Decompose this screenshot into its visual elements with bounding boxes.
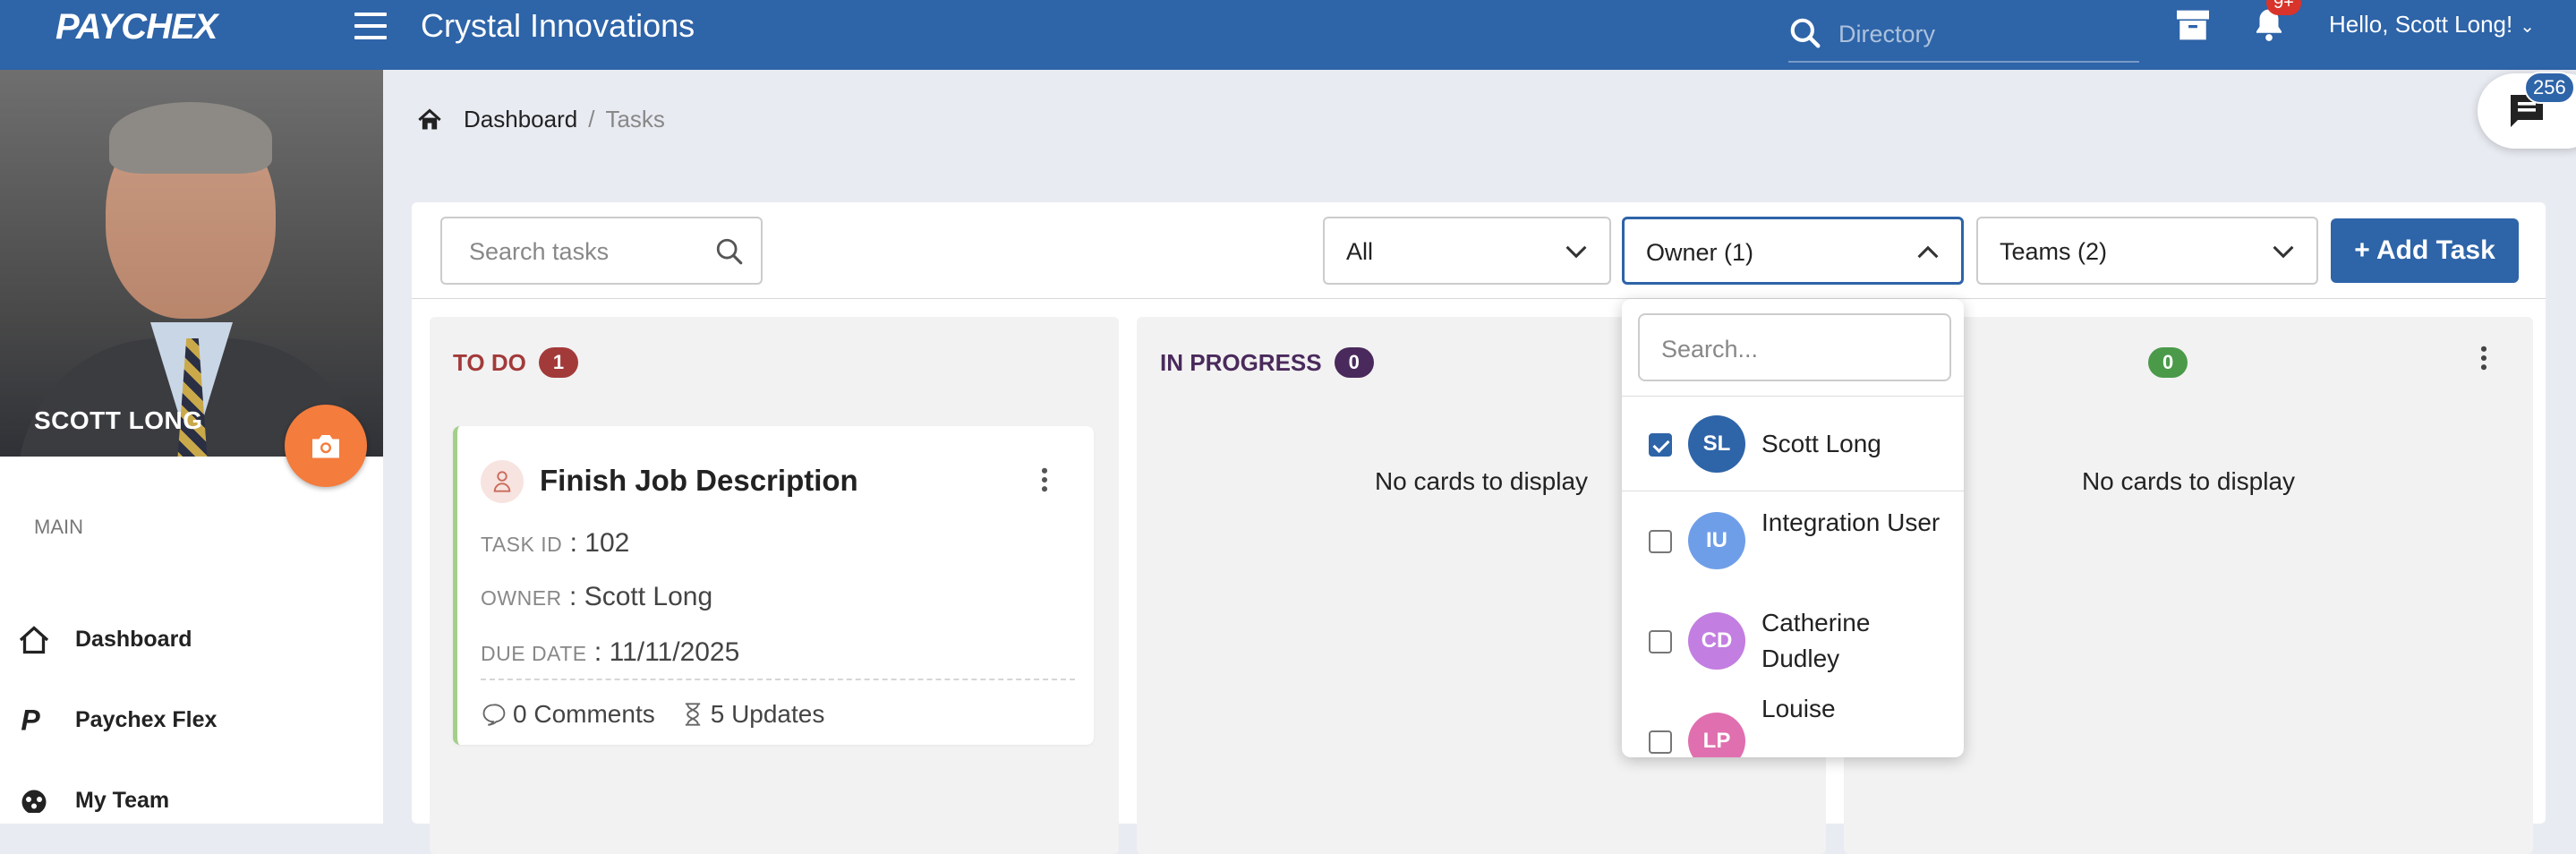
notification-badge: 9+ [2266,0,2301,15]
updates-count[interactable]: 5 Updates [711,700,825,729]
chevron-down-icon [1565,245,1587,259]
archive-icon[interactable] [2175,9,2211,41]
profile-photo: SCOTT LONG [0,70,383,457]
task-id-value: 102 [584,528,630,558]
owner-value: Scott Long [584,582,713,611]
chat-badge: 256 [2524,72,2575,104]
owner-option[interactable]: IU Integration User [1622,491,1964,593]
status-filter-value: All [1346,238,1374,265]
sidebar-item-label: My Team [75,788,170,813]
sidebar-item-my-team[interactable]: My Team [0,764,383,836]
nav-section-main: MAIN [34,516,83,538]
column-title: IN PROGRESS [1160,348,1322,376]
owner-dropdown-menu: SL Scott Long IU Integration User CD Cat… [1622,299,1964,757]
sidebar: SCOTT LONG MAIN Dashboard P Paychex Flex… [0,70,383,824]
task-due-field: DUE DATE : 11/11/2025 [481,637,740,667]
owner-search[interactable] [1638,313,1951,381]
company-name: Crystal Innovations [421,7,695,44]
owner-option[interactable]: LP Louise [1622,691,1964,757]
sidebar-item-paychex-flex[interactable]: P Paychex Flex [0,684,383,756]
column-count-badge: 0 [2148,347,2188,378]
team-icon [21,790,47,813]
due-date-value: 11/11/2025 [609,637,740,667]
sidebar-item-label: Paychex Flex [75,707,218,732]
due-date-label: DUE DATE [481,642,587,665]
greeting-text: Hello, Scott Long! [2329,11,2513,38]
breadcrumb-current: Tasks [605,106,665,132]
column-header: 0 [2148,347,2188,378]
owner-option[interactable]: CD Catherine Dudley [1622,591,1964,693]
owner-option-name: Scott Long [1761,430,1881,457]
status-filter-select[interactable]: All [1323,217,1611,285]
add-task-button[interactable]: + Add Task [2331,218,2519,283]
owner-checkbox[interactable] [1649,433,1672,457]
change-photo-button[interactable] [285,405,367,487]
column-count-badge: 0 [1334,347,1374,378]
owner-option-name: Louise [1761,695,1836,722]
column-menu-icon[interactable] [2479,346,2488,371]
owner-option[interactable]: SL Scott Long [1622,396,1964,492]
breadcrumb-dashboard-link[interactable]: Dashboard [464,106,577,133]
task-search[interactable] [440,217,763,285]
task-card[interactable]: Finish Job Description TASK ID : 102 OWN… [453,426,1094,745]
camera-icon [312,435,339,458]
sidebar-item-dashboard[interactable]: Dashboard [0,603,383,675]
chevron-up-icon [1917,245,1939,259]
user-icon [493,471,511,492]
column-count-badge: 1 [538,347,579,378]
card-footer: 0 Comments 5 Updates [481,700,824,729]
owner-avatar [481,460,524,503]
owner-avatar: LP [1688,713,1745,757]
task-owner-field: OWNER : Scott Long [481,582,713,611]
svg-text:P: P [21,705,40,734]
user-menu[interactable]: Hello, Scott Long! ⌄ [2329,11,2535,38]
menu-toggle-icon[interactable] [354,13,387,39]
paychex-logo[interactable]: PAYCHEX [55,7,218,47]
owner-checkbox[interactable] [1649,530,1672,553]
column-header: TO DO 1 [453,347,579,378]
hourglass-icon [685,703,700,726]
home-icon [19,626,49,654]
owner-avatar: IU [1688,512,1745,569]
paychex-p-icon: P [21,705,40,734]
teams-filter-select[interactable]: Teams (2) [1976,217,2318,285]
search-icon [716,238,743,265]
sidebar-item-label: Dashboard [75,627,192,652]
owner-avatar: SL [1688,415,1745,473]
teams-filter-value: Teams (2) [2000,238,2108,265]
chevron-down-icon [2273,245,2294,259]
directory-search-input[interactable] [1838,18,2125,50]
owner-checkbox[interactable] [1649,730,1672,754]
owner-avatar: CD [1688,612,1745,670]
comments-count[interactable]: 0 Comments [513,700,655,729]
breadcrumb: Dashboard / Tasks [417,106,665,133]
owner-option-name: Integration User [1761,508,1941,536]
search-icon [1790,18,1821,48]
owner-checkbox[interactable] [1649,630,1672,653]
task-title[interactable]: Finish Job Description [540,464,858,498]
profile-name: SCOTT LONG [34,406,203,434]
column-title: TO DO [453,348,526,376]
owner-option-name: Catherine Dudley [1761,609,1871,672]
chevron-down-icon: ⌄ [2520,17,2535,37]
breadcrumb-separator: / [588,106,595,132]
comment-icon [482,704,506,726]
home-icon[interactable] [417,107,442,132]
task-id-label: TASK ID [481,533,563,556]
top-bar: PAYCHEX Crystal Innovations 9+ Hello, Sc… [0,0,2576,70]
owner-filter-value: Owner (1) [1646,239,1754,266]
owner-filter-select[interactable]: Owner (1) [1622,217,1964,285]
directory-search[interactable] [1788,11,2139,63]
owner-label: OWNER [481,586,562,610]
board-toolbar: All Owner (1) Teams (2) + Add Task [412,202,2546,299]
task-search-input[interactable] [469,235,711,269]
column-header: IN PROGRESS 0 [1160,347,1374,378]
task-id-field: TASK ID : 102 [481,528,630,558]
owner-search-input[interactable] [1661,333,1930,365]
card-menu-icon[interactable] [1040,467,1049,492]
